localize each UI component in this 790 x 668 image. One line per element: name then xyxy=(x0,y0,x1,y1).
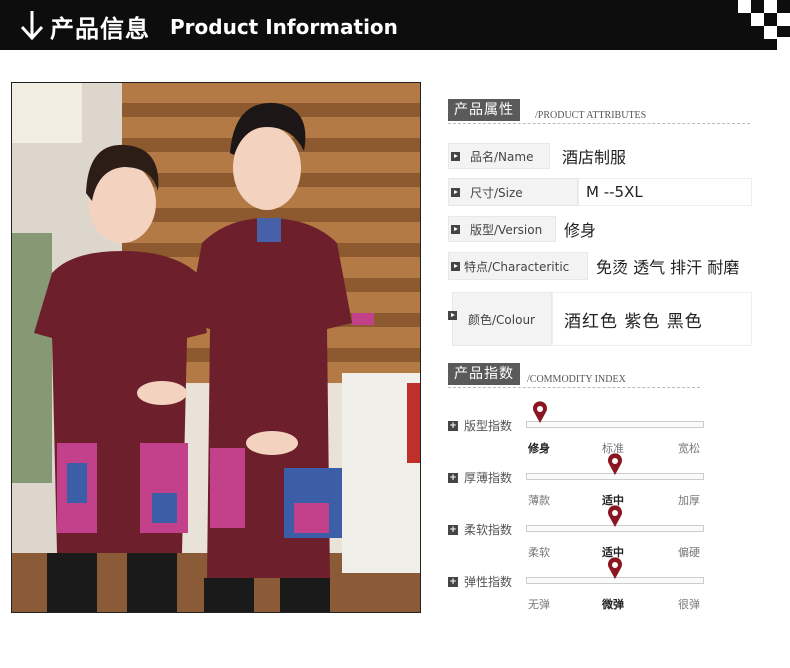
index-label-text: 柔软指数 xyxy=(464,523,513,537)
map-pin-icon xyxy=(608,453,622,475)
index-row: + 厚薄指数 薄款 适中 加厚 xyxy=(448,453,758,515)
attributes-divider xyxy=(448,123,750,124)
product-photo xyxy=(11,82,421,613)
play-bullet-icon xyxy=(451,151,460,161)
attr-row-size: 尺寸/Size M --5XL xyxy=(448,178,752,206)
index-option: 薄款 xyxy=(528,494,550,507)
index-label: + 弹性指数 xyxy=(448,573,512,590)
attr-row-characteristic: 特点/Characteritic 免烫 透气 排汗 耐磨 xyxy=(448,252,778,280)
index-label: + 柔软指数 xyxy=(448,521,512,538)
checker-decoration xyxy=(712,0,790,50)
index-row: + 版型指数 修身 标准 宽松 xyxy=(448,401,758,463)
attr-label-version: 版型/Version xyxy=(448,216,556,242)
play-bullet-icon xyxy=(451,187,460,197)
play-bullet-icon xyxy=(451,261,460,271)
attr-row-colour: 颜色/Colour 酒红色 紫色 黑色 xyxy=(444,292,752,346)
index-label-text: 版型指数 xyxy=(464,419,513,433)
attributes-section-title: 产品属性 xyxy=(448,99,520,121)
attr-label-characteristic: 特点/Characteritic xyxy=(448,252,588,280)
index-divider xyxy=(448,387,700,388)
attr-row-version: 版型/Version 修身 xyxy=(448,216,748,242)
header-title-en: Product Information xyxy=(170,15,398,39)
index-option: 加厚 xyxy=(678,494,700,507)
attr-value-name: 酒店制服 xyxy=(562,148,627,167)
index-option: 宽松 xyxy=(678,442,700,455)
attr-row-name: 品名/Name 酒店制服 xyxy=(448,143,748,169)
attributes-section-subtitle: /PRODUCT ATTRIBUTES xyxy=(535,110,647,121)
index-section-title: 产品指数 xyxy=(448,363,520,385)
index-option: 修身 xyxy=(528,442,550,455)
index-option: 偏硬 xyxy=(678,546,700,559)
attr-label-size: 尺寸/Size xyxy=(448,178,578,206)
index-section-subtitle: /COMMODITY INDEX xyxy=(527,374,626,385)
plus-icon: + xyxy=(448,576,458,587)
attr-label-text: 版型/Version xyxy=(470,222,543,237)
index-slider-track xyxy=(526,421,704,428)
index-label: + 厚薄指数 xyxy=(448,469,512,486)
attr-label-text: 特点/Characteritic xyxy=(464,259,570,274)
attr-value-characteristic: 免烫 透气 排汗 耐磨 xyxy=(596,258,740,277)
map-pin-icon xyxy=(608,557,622,579)
play-bullet-icon xyxy=(451,224,460,234)
map-pin-icon xyxy=(533,401,547,423)
attr-value-colour: 酒红色 紫色 黑色 xyxy=(564,311,703,332)
index-label-text: 厚薄指数 xyxy=(464,471,513,485)
attr-value-version: 修身 xyxy=(564,221,597,240)
index-row: + 弹性指数无弹 微弹 很弹 xyxy=(448,557,758,619)
header-banner: 产品信息 Product Information xyxy=(0,0,790,50)
index-row: + 柔软指数 柔软 适中 偏硬 xyxy=(448,505,758,567)
index-option: 很弹 xyxy=(678,598,700,611)
plus-icon: + xyxy=(448,524,458,535)
plus-icon: + xyxy=(448,420,458,431)
attr-label-colour: 颜色/Colour xyxy=(444,292,552,346)
play-bullet-icon xyxy=(448,311,457,320)
index-option: 微弹 xyxy=(602,598,624,611)
attr-label-text: 颜色/Colour xyxy=(468,312,535,327)
index-option: 柔软 xyxy=(528,546,550,559)
map-pin-icon xyxy=(608,505,622,527)
uniform-illustration xyxy=(12,83,420,612)
attr-value-box xyxy=(578,178,752,206)
attr-label-name: 品名/Name xyxy=(448,143,550,169)
index-label-text: 弹性指数 xyxy=(464,575,513,589)
plus-icon: + xyxy=(448,472,458,483)
index-option: 无弹 xyxy=(528,598,550,611)
attr-label-text: 尺寸/Size xyxy=(470,185,523,200)
index-label: + 版型指数 xyxy=(448,417,512,434)
header-title-cn: 产品信息 xyxy=(50,15,150,43)
attr-label-text: 品名/Name xyxy=(470,149,534,164)
down-arrow-icon xyxy=(20,11,44,41)
